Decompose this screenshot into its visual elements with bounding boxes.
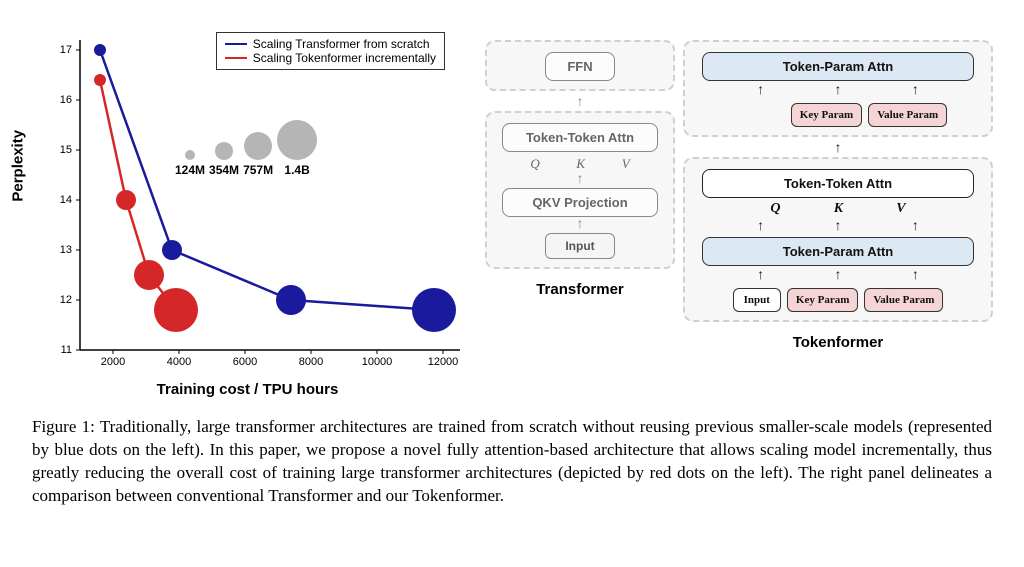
arrow-icon: ↑	[757, 220, 764, 234]
figure-caption: Figure 1: Traditionally, large transform…	[20, 416, 1004, 508]
tokenformer-block: Token-Param Attn ↑ ↑ ↑ Key Param Value P…	[683, 40, 993, 400]
tokenformer-label: Tokenformer	[793, 334, 884, 351]
arrow-icon: ↑	[834, 269, 841, 283]
token-token-attn-right: Token-Token Attn	[702, 169, 975, 198]
perplexity-chart: Perplexity Training cost / TPU hours 11 …	[20, 20, 475, 400]
svg-text:6000: 6000	[233, 356, 257, 368]
legend-label-2: Scaling Tokenformer incrementally	[253, 51, 436, 65]
arrow-row: ↑ ↑ ↑	[722, 219, 954, 235]
qkv-projection-box: QKV Projection	[502, 188, 658, 217]
value-param-box: Value Param	[864, 288, 943, 312]
param-row-bottom: Input Key Param Value Param	[733, 288, 944, 312]
qkv-row-right: Q K V	[744, 201, 933, 217]
svg-text:13: 13	[60, 244, 72, 256]
legend-label-1: Scaling Transformer from scratch	[253, 37, 430, 51]
legend-swatch-red	[225, 57, 247, 59]
legend-row-transformer: Scaling Transformer from scratch	[225, 37, 436, 51]
size-item-124m: 124M	[175, 150, 205, 177]
token-param-attn-top: Token-Param Attn	[702, 52, 975, 81]
arrow-icon: ↑	[912, 269, 919, 283]
value-param-box: Value Param	[868, 103, 947, 127]
svg-text:16: 16	[60, 94, 72, 106]
arrow-icon: ↑	[834, 220, 841, 234]
svg-text:8000: 8000	[299, 356, 323, 368]
transformer-label: Transformer	[536, 281, 624, 298]
arrow-icon: ↑	[912, 220, 919, 234]
tokenformer-bottom-group: Token-Token Attn Q K V ↑ ↑ ↑ Token-Param…	[683, 157, 993, 322]
svg-text:11: 11	[61, 344, 72, 356]
transformer-bottom-group: Token-Token Attn Q K V ↑ QKV Projection …	[485, 111, 675, 269]
arrow-icon: ↑	[835, 142, 842, 156]
tokenformer-top-group: Token-Param Attn ↑ ↑ ↑ Key Param Value P…	[683, 40, 993, 137]
input-box: Input	[545, 233, 615, 259]
arrow-icon: ↑	[577, 96, 584, 110]
size-item-1.4b: 1.4B	[277, 120, 317, 177]
legend-row-tokenformer: Scaling Tokenformer incrementally	[225, 51, 436, 65]
svg-text:12: 12	[60, 294, 72, 306]
svg-text:14: 14	[60, 194, 72, 206]
token-param-attn-bottom: Token-Param Attn	[702, 237, 975, 266]
arrow-row: ↑ ↑ ↑	[722, 83, 954, 99]
chart-legend: Scaling Transformer from scratch Scaling…	[216, 32, 445, 70]
svg-text:15: 15	[60, 144, 72, 156]
figure-panels: Perplexity Training cost / TPU hours 11 …	[20, 20, 1004, 400]
ffn-box: FFN	[545, 52, 615, 81]
qkv-row: Q K V	[512, 156, 648, 172]
arrow-icon: ↑	[757, 269, 764, 283]
transformer-block: FFN ↑ Token-Token Attn Q K V ↑ QKV Proje…	[485, 40, 675, 400]
transformer-top-group: FFN	[485, 40, 675, 91]
arrow-row: ↑ ↑ ↑	[722, 268, 954, 284]
param-row-top: Key Param Value Param	[729, 103, 947, 127]
svg-text:10000: 10000	[362, 356, 393, 368]
svg-text:17: 17	[60, 44, 72, 56]
arrow-icon: ↑	[577, 173, 584, 187]
legend-swatch-blue	[225, 43, 247, 45]
input-box-right: Input	[733, 288, 781, 312]
svg-text:12000: 12000	[428, 356, 459, 368]
arrow-icon: ↑	[757, 84, 764, 98]
chart-svg: 11 12 13 14 15 16 17 2000 4000 6000 8000…	[20, 20, 475, 400]
svg-text:4000: 4000	[167, 356, 191, 368]
arrow-icon: ↑	[834, 84, 841, 98]
architecture-diagram: FFN ↑ Token-Token Attn Q K V ↑ QKV Proje…	[485, 20, 1004, 400]
y-axis-label: Perplexity	[10, 130, 27, 202]
key-param-box: Key Param	[791, 103, 862, 127]
x-axis-label: Training cost / TPU hours	[157, 381, 339, 398]
size-legend: 124M 354M 757M 1.4B	[175, 120, 317, 177]
size-item-757m: 757M	[243, 132, 273, 177]
arrow-icon: ↑	[577, 218, 584, 232]
svg-text:2000: 2000	[101, 356, 125, 368]
token-token-attn-box: Token-Token Attn	[502, 123, 658, 152]
key-param-box: Key Param	[787, 288, 858, 312]
size-item-354m: 354M	[209, 142, 239, 177]
arrow-icon: ↑	[912, 84, 919, 98]
